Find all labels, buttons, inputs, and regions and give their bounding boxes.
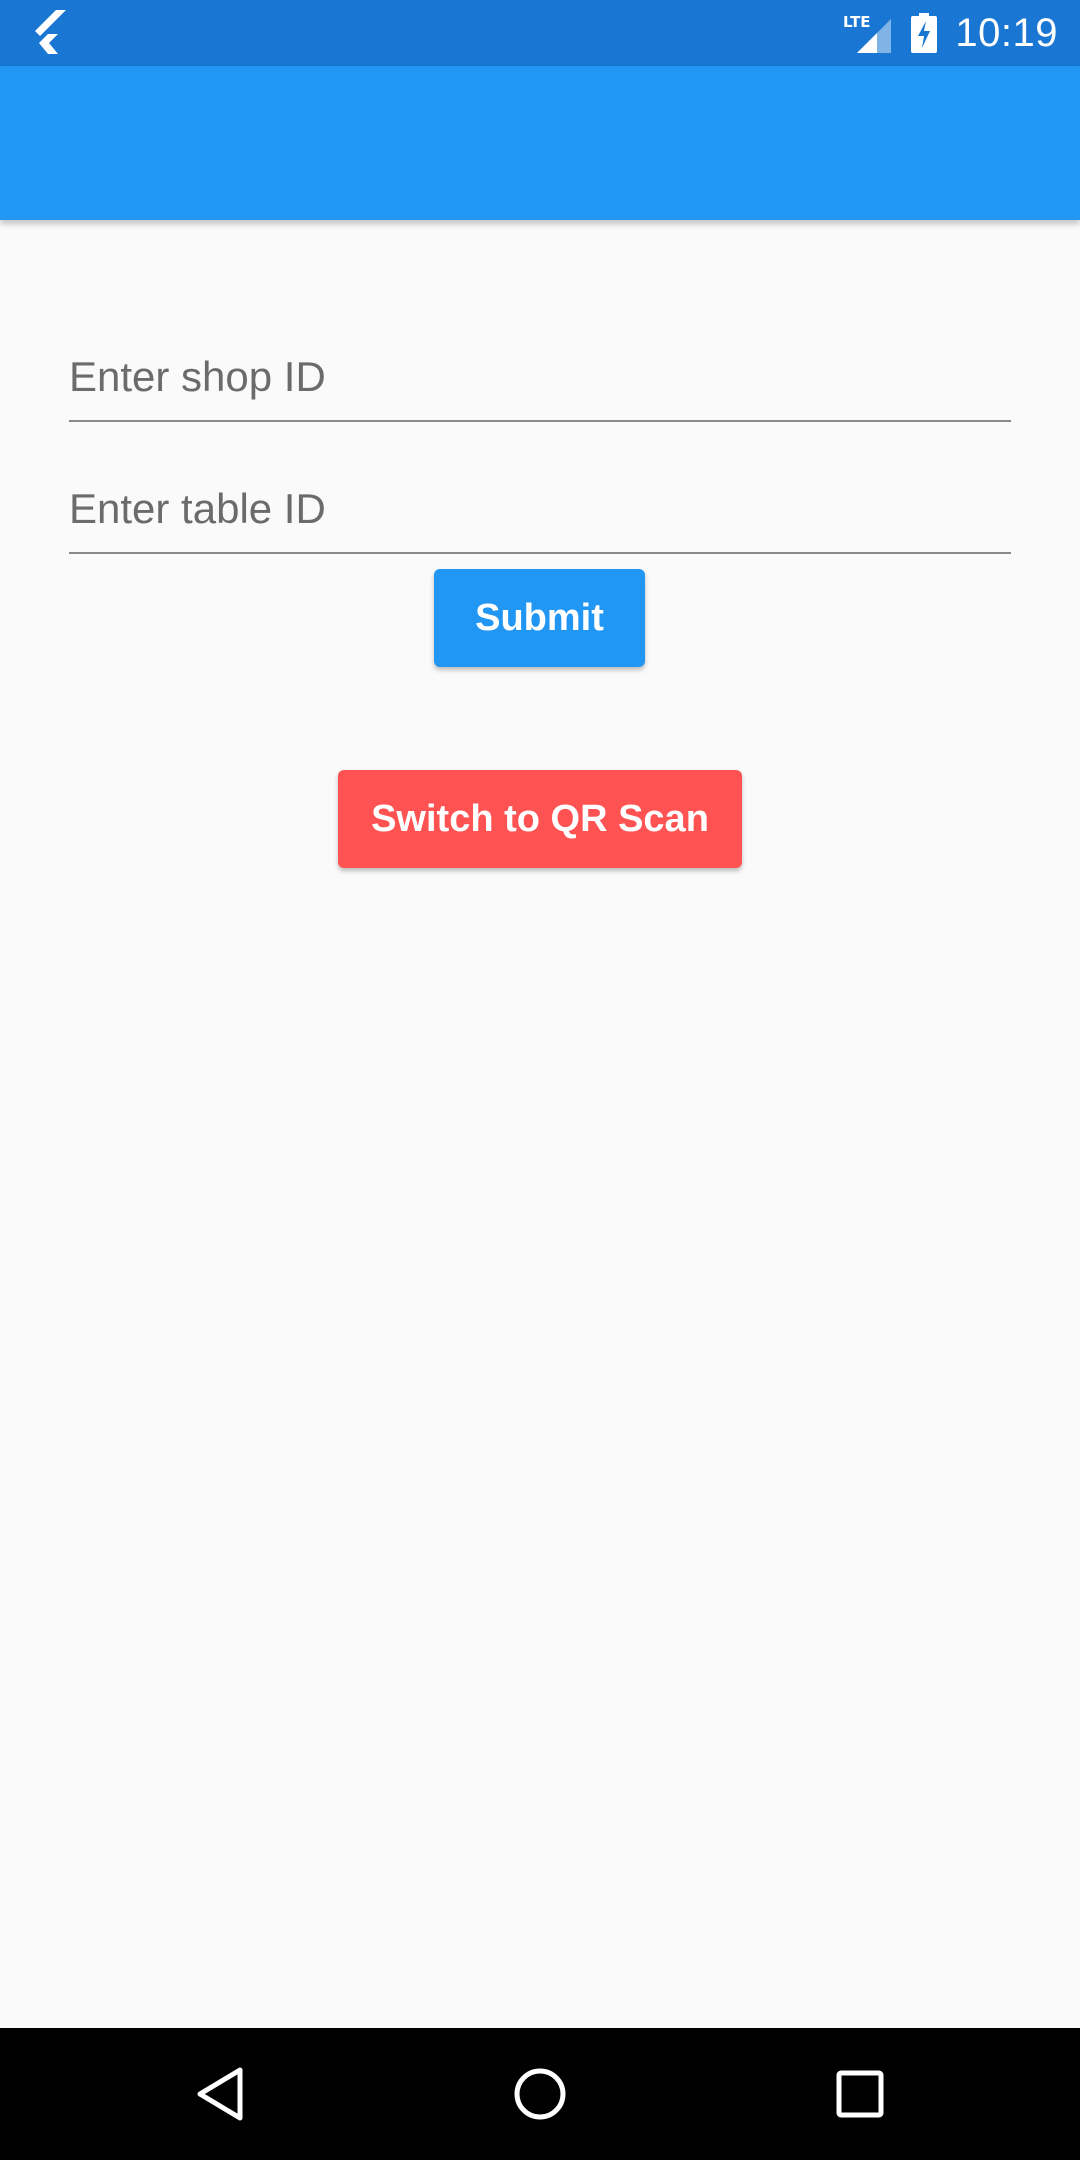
battery-charging-icon — [911, 13, 938, 53]
app-bar — [0, 66, 1080, 220]
status-bar: LTE 10:19 — [0, 0, 1080, 66]
switch-to-qr-scan-button[interactable]: Switch to QR Scan — [338, 770, 742, 868]
flutter-logo-icon — [28, 8, 74, 58]
lte-signal-icon: LTE — [843, 11, 893, 55]
home-circle-icon[interactable] — [500, 2054, 580, 2134]
shop-id-field[interactable] — [69, 310, 1011, 422]
status-icons: LTE 10:19 — [843, 0, 1058, 66]
table-id-field[interactable] — [69, 442, 1011, 554]
table-id-input[interactable] — [69, 442, 1011, 552]
navigation-bar — [0, 2028, 1080, 2160]
recent-apps-square-icon[interactable] — [820, 2054, 900, 2134]
status-time: 10:19 — [955, 11, 1058, 55]
screen: LTE 10:19 Submit Switch to QR Scan — [0, 0, 1080, 2160]
back-triangle-icon[interactable] — [180, 2054, 260, 2134]
shop-id-input[interactable] — [69, 310, 1011, 420]
network-type-label: LTE — [843, 13, 871, 31]
submit-button[interactable]: Submit — [434, 569, 645, 667]
